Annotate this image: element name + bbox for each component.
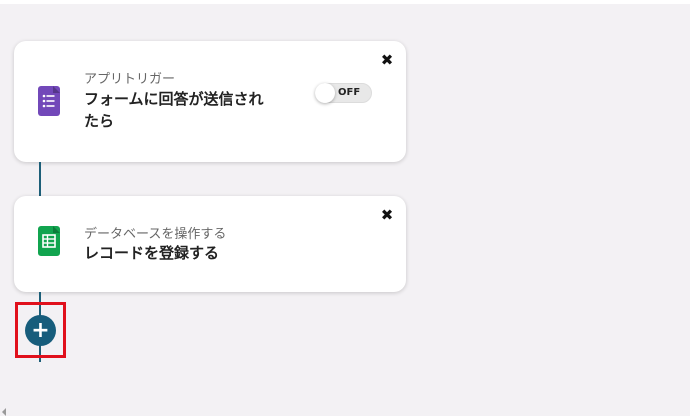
trigger-toggle[interactable]: OFF (315, 83, 372, 103)
action-card-subtitle: データベースを操作する (84, 227, 227, 242)
toggle-label: OFF (338, 87, 361, 98)
google-sheets-icon (38, 226, 60, 256)
close-icon[interactable]: ✖ (380, 53, 394, 68)
trigger-card-title: フォームに回答が送信されたら (84, 90, 264, 130)
flow-connector (39, 162, 41, 196)
close-icon[interactable]: ✖ (380, 208, 394, 223)
trigger-card[interactable]: アプリトリガー フォームに回答が送信されたら OFF ✖ (14, 41, 406, 162)
action-card[interactable]: データベースを操作する レコードを登録する ✖ (14, 196, 406, 292)
action-card-title: レコードを登録する (84, 244, 220, 262)
trigger-card-subtitle: アプリトリガー (84, 72, 176, 87)
horizontal-scrollbar[interactable] (0, 406, 690, 416)
scroll-left-arrow-icon[interactable] (2, 408, 6, 416)
add-step-button[interactable]: + (25, 315, 56, 346)
flow-canvas: アプリトリガー フォームに回答が送信されたら OFF ✖ データベースを操作する… (0, 4, 690, 416)
google-forms-icon (38, 86, 60, 116)
toggle-knob (315, 83, 335, 103)
